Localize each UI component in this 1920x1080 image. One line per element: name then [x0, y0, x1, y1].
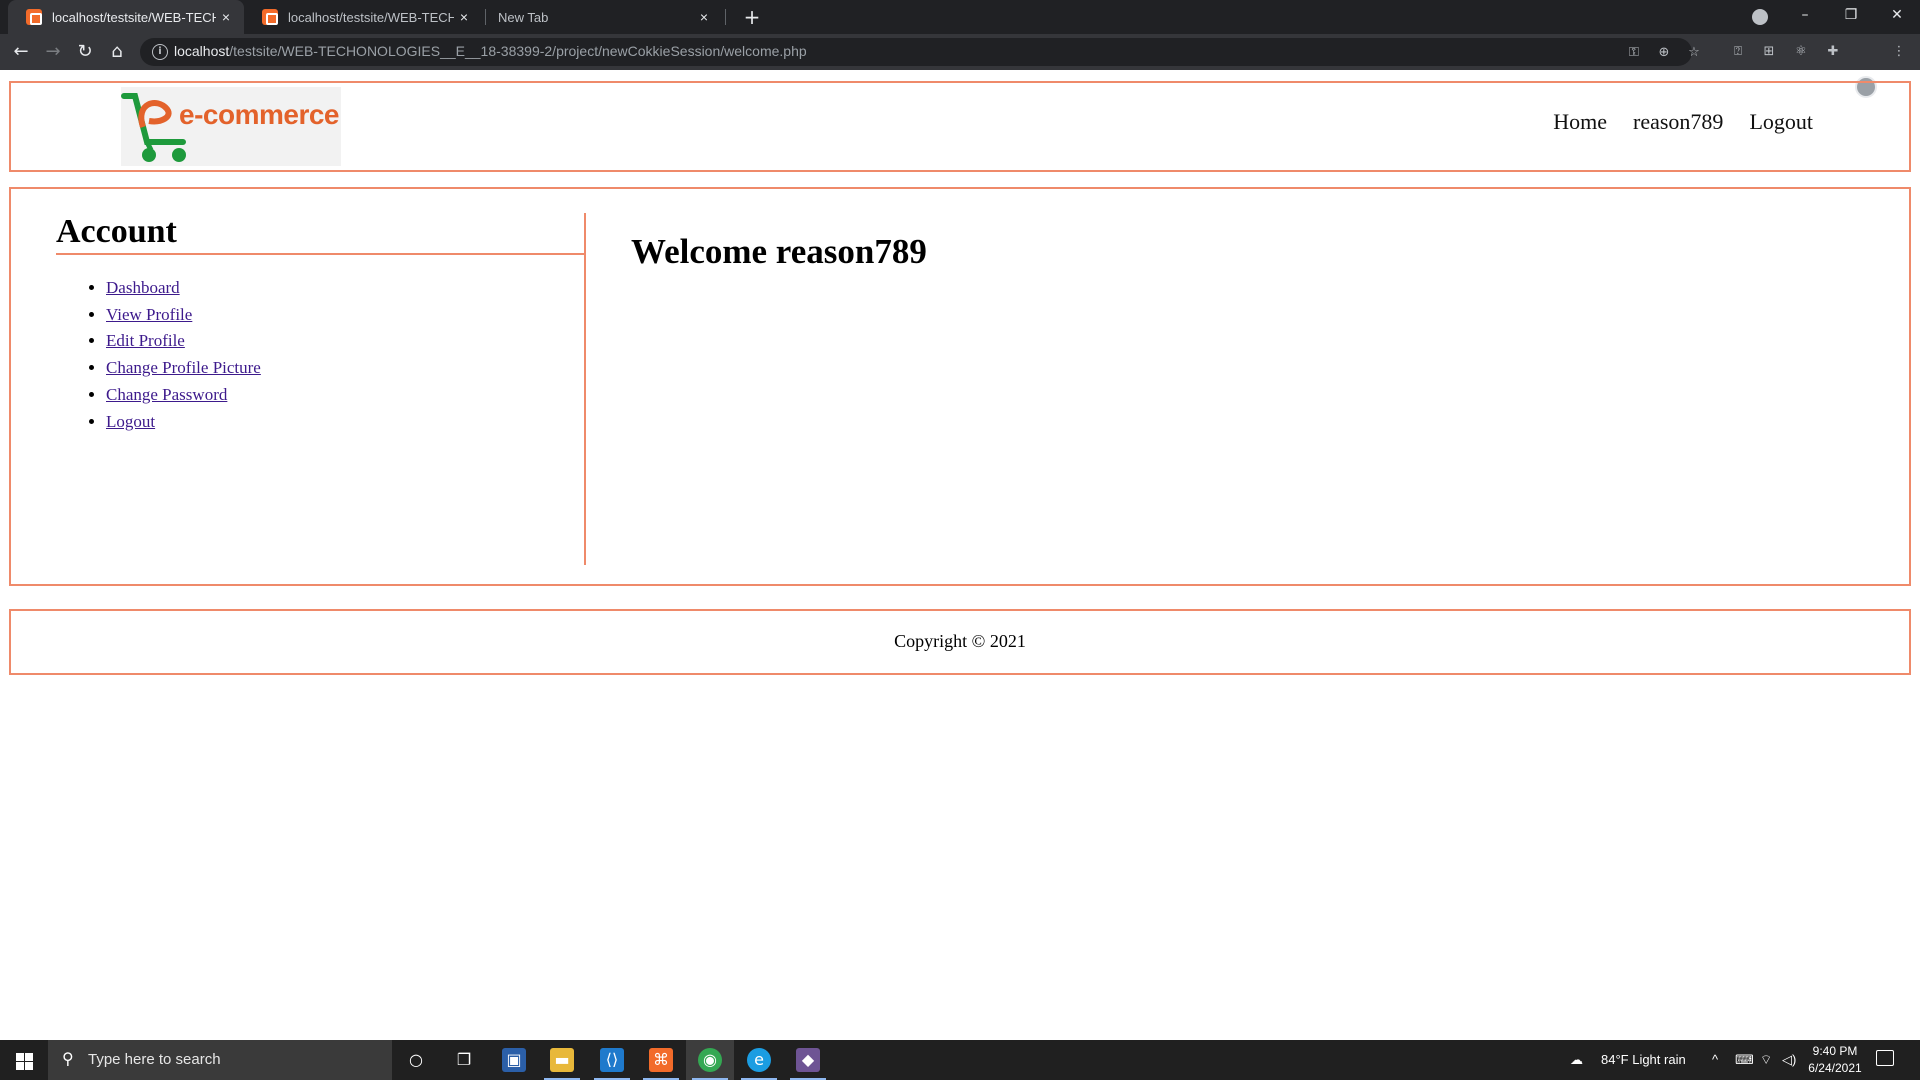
- dashboard-link[interactable]: Dashboard: [106, 278, 180, 297]
- react-devtools-icon[interactable]: ⚛: [1790, 42, 1812, 62]
- weather-icon[interactable]: ☁: [1570, 1040, 1583, 1080]
- extensions-puzzle-icon[interactable]: ✚: [1822, 42, 1844, 62]
- menu-kebab-icon[interactable]: ⋮: [1888, 42, 1910, 62]
- url-host: localhost: [174, 43, 230, 59]
- search-icon: ⚲: [62, 1049, 74, 1068]
- view-profile-link[interactable]: View Profile: [106, 305, 192, 324]
- tab-search-icon[interactable]: [1752, 9, 1768, 25]
- sidebar-logout-link[interactable]: Logout: [106, 412, 155, 431]
- file-explorer-icon[interactable]: ▬: [538, 1040, 586, 1080]
- welcome-heading: Welcome reason789: [631, 232, 927, 271]
- edge-icon[interactable]: e: [735, 1040, 783, 1080]
- tab-close-icon[interactable]: ×: [454, 9, 474, 25]
- back-arrow-icon[interactable]: ←: [8, 39, 34, 65]
- address-bar[interactable]: i localhost/testsite/WEB-TECHONOLOGIES__…: [140, 38, 1700, 66]
- tab-new-tab[interactable]: New Tab ×: [486, 0, 722, 34]
- list-item: View Profile: [106, 302, 584, 329]
- url-text[interactable]: localhost/testsite/WEB-TECHONOLOGIES__E_…: [174, 43, 807, 59]
- logo-text: e-commerce: [179, 99, 339, 130]
- network-icon[interactable]: ⌔: [1760, 1040, 1772, 1080]
- xampp-icon[interactable]: ⌘: [637, 1040, 685, 1080]
- input-method-icon[interactable]: ⌨: [1735, 1040, 1754, 1080]
- list-item: Change Password: [106, 382, 584, 409]
- xampp-favicon-icon: [26, 9, 42, 25]
- tab-close-icon[interactable]: ×: [694, 9, 714, 25]
- task-view-icon[interactable]: ❐: [440, 1040, 488, 1080]
- close-window-icon[interactable]: ✕: [1874, 0, 1920, 34]
- list-item: Logout: [106, 409, 584, 436]
- clock-time: 9:40 PM: [1812, 1044, 1858, 1058]
- tab-title: localhost/testsite/WEB-TECHON: [288, 9, 454, 25]
- list-item: Dashboard: [106, 275, 584, 302]
- account-menu: Dashboard View Profile Edit Profile Chan…: [106, 275, 584, 435]
- home-icon[interactable]: ⌂: [104, 39, 130, 65]
- browser-tab-strip: localhost/testsite/WEB-TECHON × localhos…: [0, 0, 1920, 34]
- weather-text[interactable]: 84°F Light rain: [1601, 1040, 1686, 1080]
- translate-icon[interactable]: ⊞: [1758, 42, 1780, 62]
- tray-chevron-icon[interactable]: ^: [1712, 1040, 1718, 1080]
- browser-toolbar: ← → ↻ ⌂ i localhost/testsite/WEB-TECHONO…: [0, 34, 1920, 98]
- tab-title: localhost/testsite/WEB-TECHON: [52, 9, 216, 25]
- windows-start-icon[interactable]: [0, 1040, 48, 1080]
- tab-separator: [725, 9, 726, 25]
- nav-username-link[interactable]: reason789: [1633, 109, 1723, 135]
- chrome-icon[interactable]: ◉: [686, 1040, 734, 1080]
- tab-second[interactable]: localhost/testsite/WEB-TECHON ×: [244, 0, 482, 34]
- xampp-favicon-icon: [262, 9, 278, 25]
- ecommerce-logo[interactable]: e-commerce: [121, 87, 341, 166]
- search-placeholder: Type here to search: [88, 1051, 221, 1068]
- sidebar-title: Account: [56, 213, 584, 255]
- clock[interactable]: 9:40 PM 6/24/2021: [1800, 1043, 1870, 1077]
- volume-icon[interactable]: ◁): [1782, 1040, 1796, 1080]
- copyright-text: Copyright © 2021: [894, 631, 1026, 651]
- nav-logout-link[interactable]: Logout: [1749, 109, 1813, 135]
- tab-welcome-active[interactable]: localhost/testsite/WEB-TECHON ×: [8, 0, 244, 34]
- list-item: Change Profile Picture: [106, 355, 584, 382]
- nav-home-link[interactable]: Home: [1553, 109, 1607, 135]
- site-info-icon[interactable]: i: [152, 44, 168, 60]
- tab-title: New Tab: [498, 9, 549, 25]
- restore-icon[interactable]: ❐: [1828, 0, 1874, 34]
- change-password-link[interactable]: Change Password: [106, 385, 227, 404]
- zoom-icon[interactable]: ⊕: [1654, 43, 1674, 63]
- site-footer: Copyright © 2021: [9, 609, 1911, 675]
- url-path: /testsite/WEB-TECHONOLOGIES__E__18-38399…: [229, 43, 807, 59]
- change-profile-picture-link[interactable]: Change Profile Picture: [106, 358, 261, 377]
- cortana-icon[interactable]: ○: [392, 1040, 440, 1080]
- reload-icon[interactable]: ↻: [72, 39, 98, 65]
- account-sidebar: Account Dashboard View Profile Edit Prof…: [56, 213, 586, 565]
- store-icon[interactable]: ▣: [490, 1040, 538, 1080]
- main-panel: Account Dashboard View Profile Edit Prof…: [9, 187, 1911, 586]
- extension-icon[interactable]: ⍰: [1727, 42, 1749, 62]
- windows-taskbar: ⚲ Type here to search ○ ❐ ▣ ▬ ⟨⟩ ⌘ ◉ e ◆…: [0, 1040, 1920, 1080]
- site-header: e-commerce Home reason789 Logout: [9, 81, 1911, 172]
- notification-center-icon[interactable]: [1876, 1050, 1894, 1066]
- forward-arrow-icon[interactable]: →: [40, 39, 66, 65]
- vscode-icon[interactable]: ⟨⟩: [588, 1040, 636, 1080]
- edit-profile-link[interactable]: Edit Profile: [106, 331, 185, 350]
- minimize-icon[interactable]: –: [1782, 0, 1828, 34]
- key-icon[interactable]: ⚿: [1624, 43, 1644, 63]
- git-icon[interactable]: ◆: [784, 1040, 832, 1080]
- taskbar-search-input[interactable]: ⚲ Type here to search: [48, 1040, 392, 1080]
- list-item: Edit Profile: [106, 328, 584, 355]
- main-nav: Home reason789 Logout: [1553, 109, 1813, 135]
- clock-date: 6/24/2021: [1808, 1061, 1862, 1075]
- new-tab-button[interactable]: +: [738, 4, 766, 30]
- tab-close-icon[interactable]: ×: [216, 9, 236, 25]
- bookmark-star-icon[interactable]: ☆: [1684, 43, 1704, 63]
